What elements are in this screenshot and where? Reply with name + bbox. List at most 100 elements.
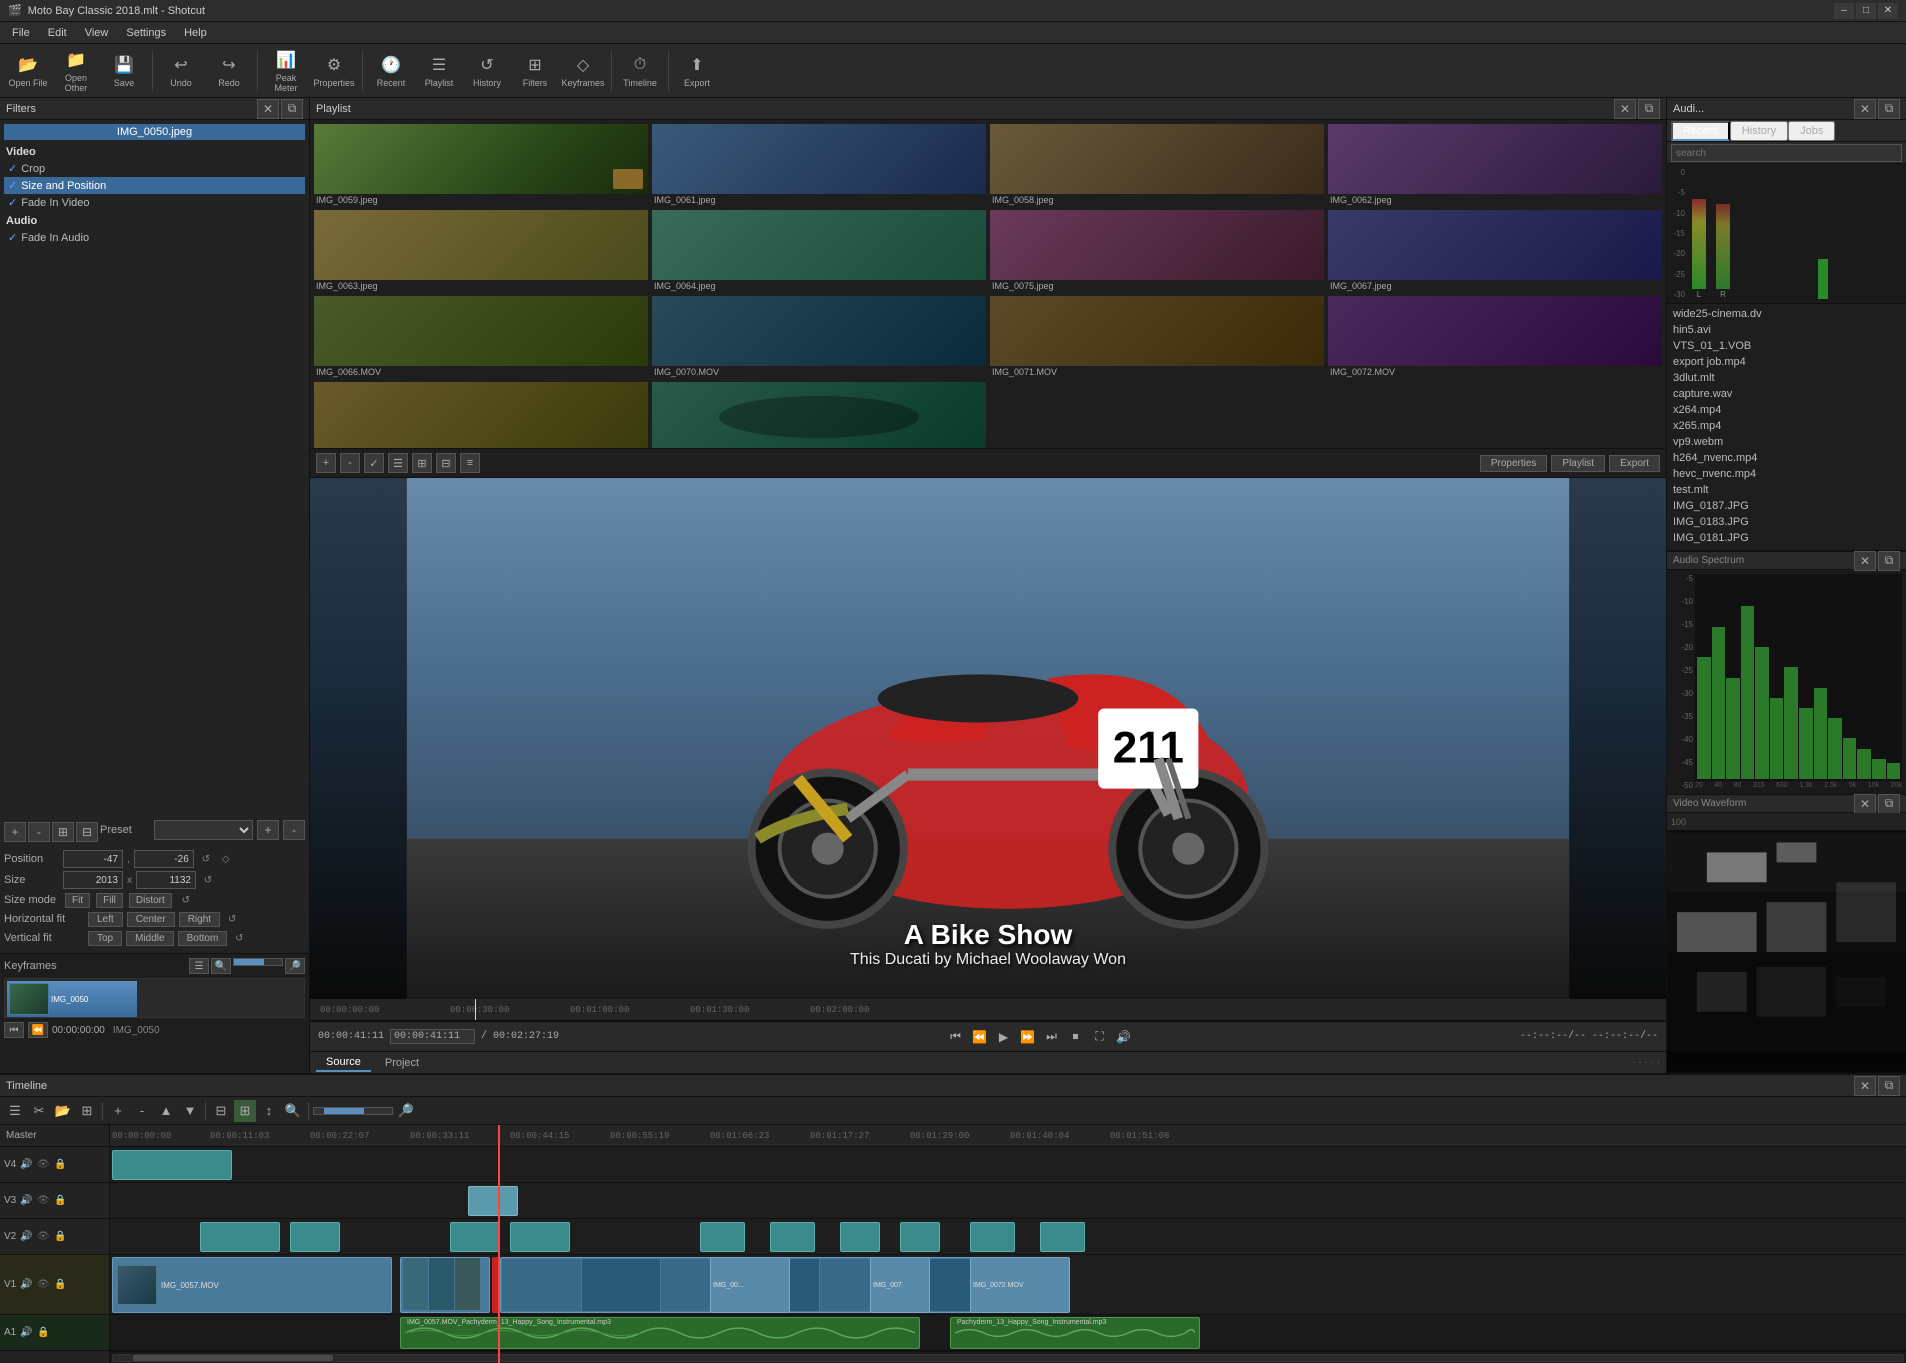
list-item[interactable]: export job.mp4	[1669, 354, 1904, 370]
list-item[interactable]: x265.mp4	[1669, 418, 1904, 434]
list-item[interactable]: IMG_0073.jpeg	[314, 382, 648, 448]
timecode-input[interactable]	[390, 1029, 475, 1044]
menu-edit[interactable]: Edit	[40, 25, 75, 41]
tab-recent[interactable]: Recent	[1671, 121, 1730, 141]
kf-zoom-in-btn[interactable]: 🔎	[285, 958, 305, 974]
prev-prev-btn[interactable]: ⏪	[971, 1028, 989, 1046]
redo-button[interactable]: ↪ Redo	[207, 47, 251, 95]
tl-lift-btn[interactable]: ▲	[155, 1100, 177, 1122]
fit-btn[interactable]: Fit	[65, 893, 90, 908]
list-item[interactable]: IMG_0072.MOV	[1328, 296, 1662, 378]
as-detach-btn[interactable]: ⧉	[1878, 551, 1900, 571]
horiz-fit-reset-btn[interactable]: ↺	[224, 911, 240, 927]
timeline-button[interactable]: ⏱ Timeline	[618, 47, 662, 95]
vw-close-btn[interactable]: ✕	[1854, 794, 1876, 814]
top-align-btn[interactable]: Top	[88, 931, 122, 946]
v2-clip-8[interactable]	[900, 1222, 940, 1252]
v2-clip-1[interactable]	[200, 1222, 280, 1252]
list-item[interactable]: IMG_0058.jpeg	[990, 124, 1324, 206]
position-y-input[interactable]	[134, 850, 194, 868]
preset-add-btn[interactable]: +	[257, 820, 279, 840]
list-item[interactable]: vp9.webm	[1669, 434, 1904, 450]
tl-menu-btn[interactable]: ☰	[4, 1100, 26, 1122]
preset-select[interactable]	[154, 820, 253, 840]
v2-clip-9[interactable]	[970, 1222, 1015, 1252]
pl-remove-btn[interactable]: -	[340, 453, 360, 473]
tl-snap-btn[interactable]: ⊞	[234, 1100, 256, 1122]
v1-eye-btn[interactable]: 👁	[36, 1278, 50, 1292]
v2-clip-4[interactable]	[510, 1222, 570, 1252]
v2-clip-7[interactable]	[840, 1222, 880, 1252]
tab-jobs[interactable]: Jobs	[1788, 121, 1835, 141]
list-item[interactable]: hevc_nvenc.mp4	[1669, 466, 1904, 482]
fill-btn[interactable]: Fill	[96, 893, 123, 908]
kf-prev-btn[interactable]: ⏮	[4, 1022, 24, 1038]
tl-zoom-in-btn[interactable]: 🔎	[395, 1100, 417, 1122]
position-x-input[interactable]	[63, 850, 123, 868]
pl-confirm-btn[interactable]: ✓	[364, 453, 384, 473]
menu-help[interactable]: Help	[176, 25, 215, 41]
v2-clip-2[interactable]	[290, 1222, 340, 1252]
tl-remove-track-btn[interactable]: -	[131, 1100, 153, 1122]
v2-clip-5[interactable]	[700, 1222, 745, 1252]
pl-export-btn[interactable]: Export	[1609, 455, 1660, 472]
tl-ripple-btn[interactable]: ⊟	[210, 1100, 232, 1122]
recent-search-input[interactable]	[1671, 144, 1902, 162]
recent-button[interactable]: 🕐 Recent	[369, 47, 413, 95]
prev-next-btn[interactable]: ⏩	[1019, 1028, 1037, 1046]
tl-overwrite-btn[interactable]: ▼	[179, 1100, 201, 1122]
v1-lock-btn[interactable]: 🔒	[53, 1278, 67, 1292]
playlist-detach-btn[interactable]: ⧉	[1638, 99, 1660, 119]
list-item[interactable]: IMG_0064.jpeg	[652, 210, 986, 292]
menu-view[interactable]: View	[77, 25, 117, 41]
tl-open-file-btn[interactable]: 📂	[52, 1100, 74, 1122]
size-reset-btn[interactable]: ↺	[200, 872, 216, 888]
a1-lock-btn[interactable]: 🔒	[36, 1326, 50, 1340]
as-close-btn[interactable]: ✕	[1854, 551, 1876, 571]
v4-eye-btn[interactable]: 👁	[36, 1158, 50, 1172]
tab-history[interactable]: History	[1730, 121, 1788, 141]
tl-razor-btn[interactable]: ✂	[28, 1100, 50, 1122]
pl-grid-btn[interactable]: ⊞	[412, 453, 432, 473]
list-item[interactable]: IMG_0061.jpeg	[652, 124, 986, 206]
filter-fade-in-video[interactable]: ✓ Fade In Video	[4, 194, 305, 211]
v2-eye-btn[interactable]: 👁	[36, 1230, 50, 1244]
size-w-input[interactable]	[63, 871, 123, 889]
menu-settings[interactable]: Settings	[118, 25, 174, 41]
filter-size-position[interactable]: ✓ Size and Position	[4, 177, 305, 194]
prev-to-end-btn[interactable]: ⏭	[1043, 1028, 1061, 1046]
undo-button[interactable]: ↩ Undo	[159, 47, 203, 95]
list-item[interactable]: 3dlut.mlt	[1669, 370, 1904, 386]
menu-file[interactable]: File	[4, 25, 38, 41]
list-item[interactable]: IMG_0066.MOV	[314, 296, 648, 378]
list-item[interactable]: x264.mp4	[1669, 402, 1904, 418]
open-other-button[interactable]: 📁 Open Other	[54, 47, 98, 95]
list-item[interactable]: test.mlt	[1669, 482, 1904, 498]
distort-btn[interactable]: Distort	[129, 893, 172, 908]
maximize-button[interactable]: □	[1856, 3, 1876, 19]
vw-detach-btn[interactable]: ⧉	[1878, 794, 1900, 814]
filter-fade-in-audio[interactable]: ✓ Fade In Audio	[4, 229, 305, 246]
list-item[interactable]: IMG_0181.JPG	[1669, 530, 1904, 546]
vert-fit-reset-btn[interactable]: ↺	[231, 930, 247, 946]
v2-lock-btn[interactable]: 🔒	[53, 1230, 67, 1244]
list-item[interactable]: IMG_0059.jpeg	[314, 124, 648, 206]
tl-scrub-btn[interactable]: ↕	[258, 1100, 280, 1122]
save-button[interactable]: 💾 Save	[102, 47, 146, 95]
prev-stop-btn[interactable]: ⏹	[1067, 1028, 1085, 1046]
v3-eye-btn[interactable]: 👁	[36, 1194, 50, 1208]
v3-clip-1[interactable]	[468, 1186, 518, 1216]
list-item[interactable]: IMG_0071.MOV	[990, 296, 1324, 378]
v4-lock-btn[interactable]: 🔒	[53, 1158, 67, 1172]
v1-clip-img00[interactable]: IMG_00...	[710, 1257, 790, 1313]
v2-clip-3[interactable]	[450, 1222, 500, 1252]
list-item[interactable]: wide25-cinema.dv	[1669, 306, 1904, 322]
tab-source[interactable]: Source	[316, 1054, 371, 1072]
v1-audio-btn[interactable]: 🔊	[19, 1278, 33, 1292]
tl-add-clip-btn[interactable]: ⊞	[76, 1100, 98, 1122]
pl-cols-btn[interactable]: ≡	[460, 453, 480, 473]
left-align-btn[interactable]: Left	[88, 912, 123, 927]
add-filter-btn[interactable]: +	[4, 822, 26, 842]
pl-properties-btn[interactable]: Properties	[1480, 455, 1548, 472]
a1-audio-btn[interactable]: 🔊	[19, 1326, 33, 1340]
